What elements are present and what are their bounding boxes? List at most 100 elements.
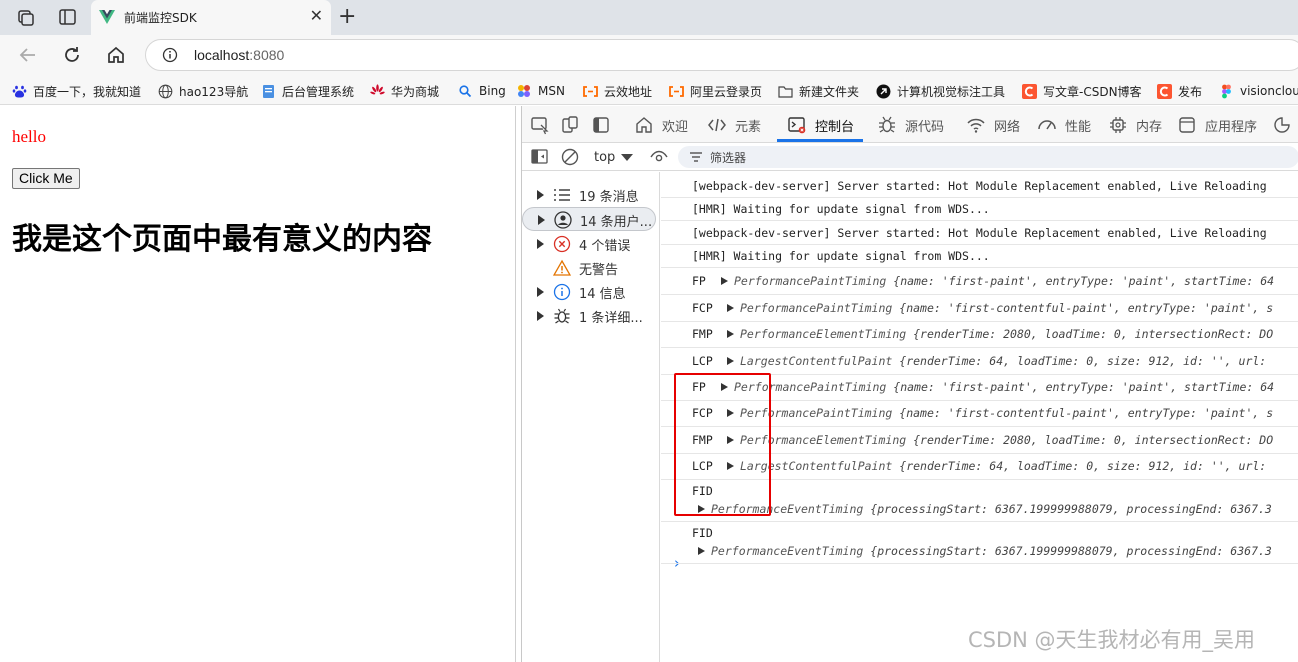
expand-triangle-icon[interactable] — [727, 304, 734, 312]
console-message: [webpack-dev-server] Server started: Hot… — [661, 221, 1298, 245]
console-sidebar-item[interactable]: 1 条详细... — [522, 304, 660, 328]
expandable-object[interactable]: LargestContentfulPaint {renderTime: 64, … — [727, 354, 1266, 368]
console-log-text: [HMR] Waiting for update signal from WDS… — [692, 249, 990, 263]
object-preview: {name: 'first-paint', entryType: 'paint'… — [893, 380, 1275, 394]
bookmark-item[interactable]: 百度一下，我就知道 — [12, 82, 141, 100]
tab-active[interactable]: 前端监控SDK ✕ — [91, 0, 331, 35]
devtools-panel: 欢迎 元素 控制台 源代码 网络 性能 内存 应用程序 top 筛选器 19 条消息 14 条用… — [521, 106, 1298, 662]
new-tab-button[interactable]: + — [338, 4, 356, 30]
devtools-tab[interactable]: 内存 — [1108, 114, 1162, 136]
bookmark-item[interactable]: 阿里云登录页 — [669, 82, 762, 100]
expand-triangle-icon[interactable] — [698, 547, 705, 555]
bookmark-item[interactable]: visioncloud — [1219, 82, 1298, 100]
refresh-icon[interactable] — [60, 43, 84, 67]
devtools-tab[interactable]: 网络 — [966, 114, 1020, 136]
devtools-toolbar: 欢迎 元素 控制台 源代码 网络 性能 内存 应用程序 — [522, 106, 1298, 143]
expand-triangle-icon[interactable] — [727, 330, 734, 338]
devtools-tab-label: 网络 — [994, 119, 1021, 135]
devtools-tab-label: 内存 — [1136, 119, 1163, 135]
expand-triangle-icon[interactable] — [721, 277, 728, 285]
gauge-icon — [1037, 115, 1061, 135]
bookmark-item[interactable]: 新建文件夹 — [778, 82, 859, 100]
click-me-button[interactable]: Click Me — [12, 168, 80, 189]
expandable-object[interactable]: PerformancePaintTiming {name: 'first-con… — [727, 406, 1273, 420]
csdn-icon — [1022, 83, 1037, 99]
bookmark-item[interactable]: 发布 — [1157, 82, 1202, 100]
bookmark-item[interactable]: 后台管理系统 — [261, 82, 354, 100]
close-tab-icon[interactable]: ✕ — [310, 7, 323, 25]
console-sidebar-item[interactable]: 14 信息 — [522, 280, 660, 304]
app-icon — [1177, 115, 1201, 135]
console-sidebar-item[interactable]: 14 条用户... — [522, 207, 656, 231]
vertical-tabs-icon[interactable] — [58, 8, 78, 26]
bookmark-label: MSN — [538, 84, 565, 98]
expand-triangle-icon[interactable] — [538, 215, 545, 225]
console-message: LCP LargestContentfulPaint {renderTime: 6… — [661, 348, 1298, 375]
devtools-tab[interactable]: 源代码 — [877, 114, 944, 136]
vue-logo-icon — [99, 10, 115, 24]
devtools-tab[interactable]: 欢迎 — [634, 114, 688, 136]
bookmark-item[interactable]: Bing — [458, 82, 506, 100]
expandable-object[interactable]: PerformanceEventTiming {processingStart:… — [698, 544, 1272, 558]
expand-triangle-icon[interactable] — [537, 190, 544, 200]
back-arrow-icon[interactable] — [16, 43, 40, 67]
hello-text: hello — [12, 127, 46, 146]
devtools-tab-label: 控制台 — [815, 119, 855, 135]
expandable-object[interactable]: PerformancePaintTiming {name: 'first-pai… — [721, 380, 1274, 394]
search-icon — [458, 84, 473, 99]
expand-triangle-icon[interactable] — [537, 239, 544, 249]
object-preview: {name: 'first-paint', entryType: 'paint'… — [893, 274, 1275, 288]
address-bar[interactable]: localhost:8080 — [145, 39, 1298, 71]
bookmark-label: 阿里云登录页 — [690, 84, 763, 99]
filter-input[interactable]: 筛选器 — [678, 146, 1298, 168]
expandable-object[interactable]: PerformancePaintTiming {name: 'first-pai… — [721, 274, 1274, 288]
chip-icon — [1108, 115, 1132, 135]
console-sidebar-item[interactable]: 4 个错误 — [522, 232, 660, 256]
workspaces-icon[interactable] — [16, 8, 36, 26]
home-icon[interactable] — [104, 43, 128, 67]
devtools-tab-label: 欢迎 — [662, 119, 689, 135]
devtools-tab-label: 源代码 — [905, 119, 945, 135]
console-sidebar-item[interactable]: 无警告 — [522, 256, 660, 280]
clear-console-icon[interactable] — [560, 147, 580, 167]
dock-side-icon[interactable] — [591, 115, 611, 135]
bug-icon — [877, 115, 901, 135]
bookmark-label: 华为商城 — [391, 84, 440, 99]
console-sidebar-item[interactable]: 19 条消息 — [522, 183, 660, 207]
bookmark-item[interactable]: 计算机视觉标注工具 — [876, 82, 1005, 100]
msn-icon — [517, 84, 532, 99]
site-info-icon[interactable] — [162, 47, 178, 63]
expandable-object[interactable]: PerformanceEventTiming {processingStart:… — [698, 502, 1272, 516]
expand-triangle-icon[interactable] — [537, 287, 544, 297]
bookmark-item[interactable]: 华为商城 — [370, 82, 439, 100]
expandable-object[interactable]: PerformanceElementTiming {renderTime: 20… — [727, 327, 1273, 341]
console-sidebar-label: 1 条详细... — [579, 311, 643, 326]
devtools-tab[interactable]: 应用程序 — [1177, 114, 1257, 136]
bookmark-label: Bing — [479, 84, 506, 98]
wifi-icon — [966, 115, 990, 135]
bookmark-item[interactable]: hao123导航 — [158, 82, 248, 100]
more-tools-icon[interactable] — [1272, 115, 1292, 135]
live-expression-eye-icon[interactable] — [649, 147, 669, 167]
bookmark-item[interactable]: MSN — [517, 82, 565, 100]
expandable-object[interactable]: PerformancePaintTiming {name: 'first-con… — [727, 301, 1273, 315]
device-emulation-icon[interactable] — [560, 115, 580, 135]
expandable-object[interactable]: LargestContentfulPaint {renderTime: 64, … — [727, 459, 1266, 473]
bookmarks-bar: 百度一下，我就知道 hao123导航 后台管理系统 华为商城 Bing MSN 云效地址 阿里… — [0, 75, 1298, 105]
bookmark-item[interactable]: 写文章-CSDN博客 — [1022, 82, 1142, 100]
home-icon — [634, 115, 658, 135]
expandable-object[interactable]: PerformanceElementTiming {renderTime: 20… — [727, 433, 1273, 447]
sidebar-toggle-icon[interactable] — [530, 148, 550, 168]
tab-title: 前端监控SDK — [124, 11, 197, 25]
expand-triangle-icon[interactable] — [537, 311, 544, 321]
expand-triangle-icon[interactable] — [727, 357, 734, 365]
console-sidebar-label: 19 条消息 — [579, 190, 639, 205]
aliyun-icon — [669, 84, 684, 99]
bookmark-item[interactable]: 云效地址 — [583, 82, 652, 100]
devtools-tab[interactable]: 性能 — [1037, 114, 1091, 136]
bookmark-label: 后台管理系统 — [282, 84, 355, 99]
inspect-element-icon[interactable] — [530, 115, 550, 135]
context-selector[interactable]: top — [594, 148, 634, 166]
devtools-tab[interactable]: 控制台 — [787, 114, 854, 136]
devtools-tab[interactable]: 元素 — [707, 114, 761, 136]
